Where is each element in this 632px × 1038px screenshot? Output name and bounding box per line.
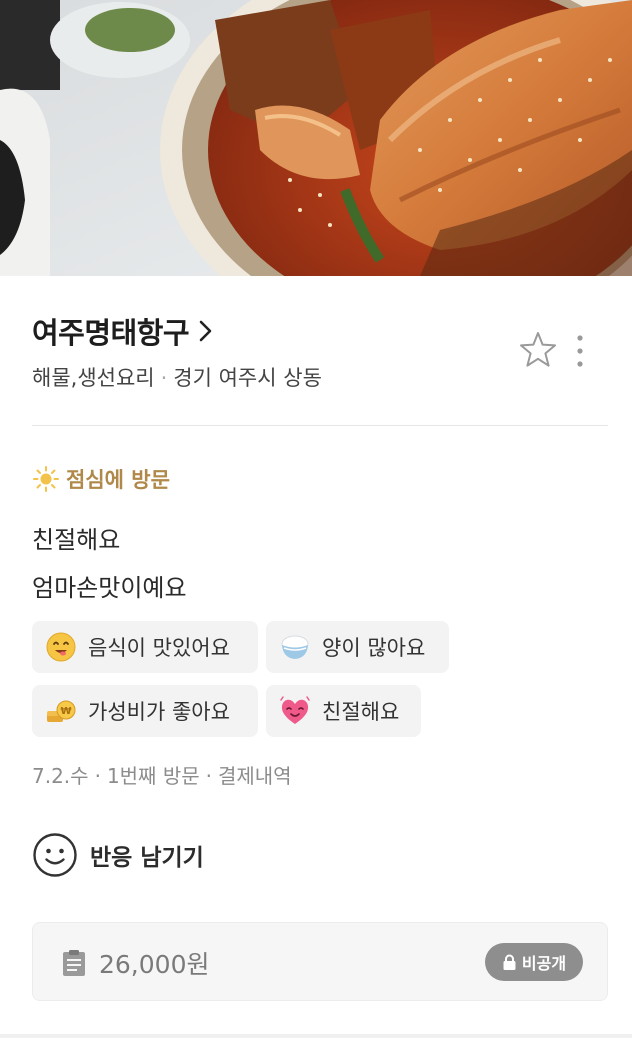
leave-reaction-button[interactable]: 반응 남기기 bbox=[32, 832, 204, 878]
keyword-label: 가성비가 좋아요 bbox=[88, 700, 230, 724]
rice-bowl-icon bbox=[281, 635, 309, 659]
favorite-star-icon[interactable] bbox=[518, 330, 558, 370]
visit-count: 1번째 방문 bbox=[106, 764, 200, 788]
keyword-chip: 친절해요 bbox=[266, 685, 421, 737]
visit-meta: 7.2.수 · 1번째 방문 · 결제내역 bbox=[32, 760, 292, 789]
leave-reaction-label: 반응 남기기 bbox=[90, 845, 204, 871]
visit-time: 점심에 방문 bbox=[32, 464, 170, 494]
separator-dot: · bbox=[205, 764, 212, 788]
keyword-chip: 음식이 맛있어요 bbox=[32, 621, 258, 673]
section-divider bbox=[32, 425, 608, 426]
lock-icon bbox=[503, 954, 516, 970]
receipt-amount: 26,000원 bbox=[99, 950, 210, 979]
separator-dot: · bbox=[160, 366, 168, 390]
heart-face-icon bbox=[280, 696, 310, 724]
chevron-right-icon bbox=[199, 320, 212, 342]
restaurant-title-link[interactable]: 여주명태항구 bbox=[32, 310, 213, 352]
review-comment: 친절해요 bbox=[32, 526, 121, 554]
restaurant-photo[interactable] bbox=[0, 0, 632, 276]
visit-date: 7.2.수 bbox=[32, 764, 89, 788]
keyword-chip: 양이 많아요 bbox=[266, 621, 449, 673]
bottom-divider bbox=[0, 1034, 632, 1038]
restaurant-name: 여주명태항구 bbox=[32, 316, 190, 350]
privacy-badge[interactable]: 비공개 bbox=[485, 943, 583, 981]
keyword-chip: ₩ 가성비가 좋아요 bbox=[32, 685, 258, 737]
restaurant-category: 해물,생선요리 bbox=[32, 366, 155, 390]
separator-dot: · bbox=[94, 764, 101, 788]
review-comment: 엄마손맛이예요 bbox=[32, 574, 187, 602]
more-options-icon[interactable] bbox=[570, 332, 590, 370]
restaurant-location: 경기 여주시 상동 bbox=[173, 366, 322, 390]
coins-icon: ₩ bbox=[47, 700, 76, 722]
restaurant-subtitle: 해물,생선요리 · 경기 여주시 상동 bbox=[32, 362, 322, 392]
clipboard-icon bbox=[63, 950, 85, 976]
privacy-label: 비공개 bbox=[521, 954, 567, 973]
keyword-label: 양이 많아요 bbox=[322, 636, 426, 660]
yum-face-icon bbox=[46, 632, 76, 662]
keyword-label: 음식이 맛있어요 bbox=[88, 636, 230, 660]
visit-time-label: 점심에 방문 bbox=[66, 468, 170, 492]
smile-icon bbox=[33, 833, 77, 877]
payment-history-link[interactable]: 결제내역 bbox=[218, 764, 292, 788]
sun-icon bbox=[33, 466, 59, 492]
keyword-label: 친절해요 bbox=[322, 700, 400, 724]
svg-text:₩: ₩ bbox=[60, 706, 71, 717]
receipt-card[interactable]: 26,000원 비공개 bbox=[32, 922, 608, 1001]
